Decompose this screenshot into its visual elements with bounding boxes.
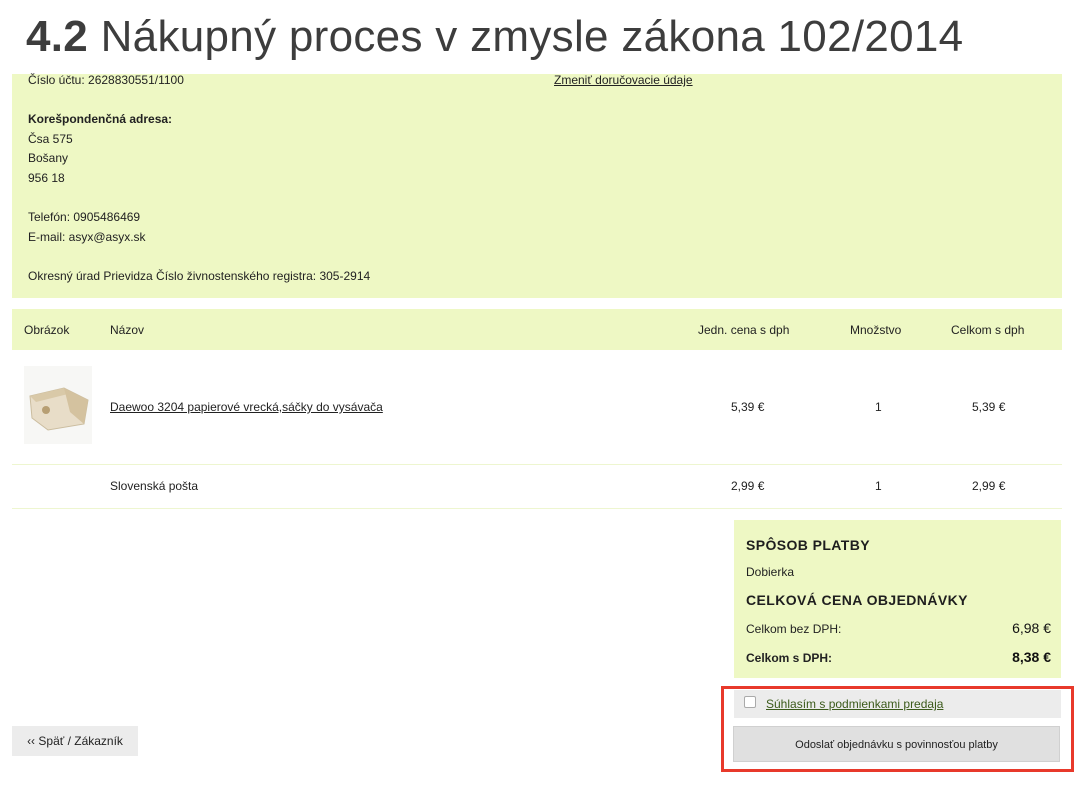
address-line: 956 18 <box>28 171 65 185</box>
col-header-quantity: Množstvo <box>850 323 902 337</box>
change-delivery-link[interactable]: Zmeniť doručovacie údaje <box>554 73 693 87</box>
address-line: Bošany <box>28 151 69 165</box>
product-name-link[interactable]: Daewoo 3204 papierové vrecká,sáčky do vy… <box>110 400 383 414</box>
email: E-mail: asyx@asyx.sk <box>28 230 146 244</box>
col-header-image: Obrázok <box>24 323 70 337</box>
total-without-vat-value: 6,98 € <box>1012 620 1051 636</box>
slide-title-text: Nákupný proces v zmysle zákona 102/2014 <box>100 12 964 61</box>
unit-price: 5,39 € <box>731 400 765 414</box>
col-header-total: Celkom s dph <box>951 323 1025 337</box>
table-row: Slovenská pošta 2,99 € 1 2,99 € <box>12 465 1062 509</box>
total-with-vat-label: Celkom s DPH: <box>746 651 833 665</box>
phone: Telefón: 0905486469 <box>28 210 141 224</box>
unit-price: 2,99 € <box>731 479 765 493</box>
slide-title-number: 4.2 <box>26 12 89 61</box>
address-heading: Korešpondenčná adresa: <box>28 112 173 126</box>
table-header: Obrázok Názov Jedn. cena s dph Množstvo … <box>12 309 1062 350</box>
terms-checkbox[interactable] <box>744 696 756 708</box>
table-row: Daewoo 3204 papierové vrecká,sáčky do vy… <box>12 350 1062 465</box>
back-to-customer-button[interactable]: ‹‹ Späť / Zákazník <box>12 726 138 756</box>
total-with-vat-value: 8,38 € <box>1012 649 1051 665</box>
seller-info-panel: Číslo účtu: 2628830551/1100 Zmeniť doruč… <box>12 73 1062 298</box>
shipping-name: Slovenská pošta <box>110 479 199 493</box>
address-line: Čsa 575 <box>28 132 73 146</box>
col-header-name: Názov <box>110 323 145 337</box>
col-header-unit-price: Jedn. cena s dph <box>698 323 790 337</box>
product-image[interactable] <box>24 366 92 444</box>
row-total: 2,99 € <box>972 479 1006 493</box>
order-summary-panel: SPÔSOB PLATBY Dobierka CELKOVÁ CENA OBJE… <box>734 520 1061 678</box>
row-total: 5,39 € <box>972 400 1006 414</box>
quantity: 1 <box>875 400 882 414</box>
quantity: 1 <box>875 479 882 493</box>
submit-order-button[interactable]: Odoslať objednávku s povinnosťou platby <box>733 726 1060 762</box>
slide-title: 4.2 Nákupný proces v zmysle zákona 102/2… <box>26 12 963 62</box>
registry-info: Okresný úrad Prievidza Číslo živnostensk… <box>28 269 371 283</box>
account-number: Číslo účtu: 2628830551/1100 <box>28 73 184 87</box>
total-without-vat-label: Celkom bez DPH: <box>746 622 842 636</box>
payment-method-heading: SPÔSOB PLATBY <box>746 537 870 553</box>
terms-link[interactable]: Súhlasím s podmienkami predaja <box>766 697 943 711</box>
payment-method: Dobierka <box>746 565 795 579</box>
terms-agreement: Súhlasím s podmienkami predaja <box>734 690 1061 718</box>
order-total-heading: CELKOVÁ CENA OBJEDNÁVKY <box>746 592 968 608</box>
